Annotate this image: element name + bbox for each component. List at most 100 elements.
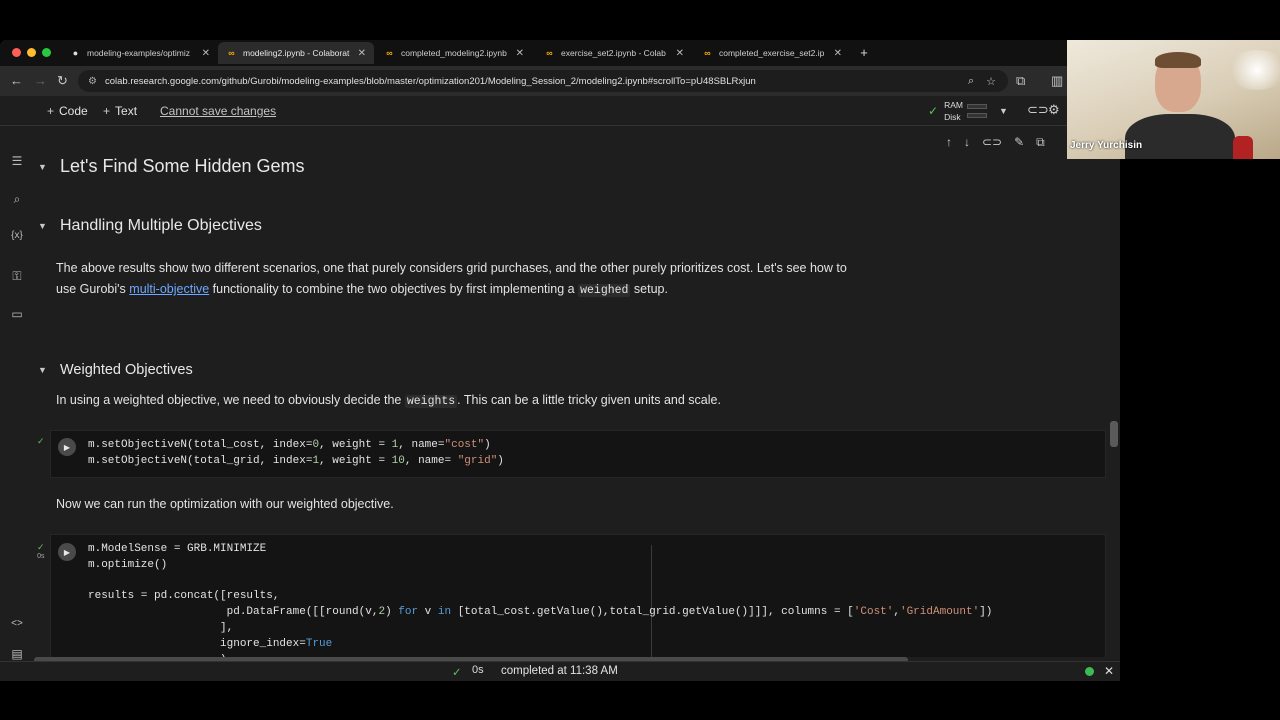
close-tab-icon[interactable]: ✕ bbox=[834, 48, 842, 59]
status-check-icon: ✓ bbox=[452, 667, 462, 679]
table-of-contents-icon[interactable]: ☰ bbox=[0, 154, 34, 168]
cell-link-icon[interactable]: ⊂⊃ bbox=[982, 135, 1002, 150]
search-icon[interactable]: ⌕ bbox=[0, 192, 34, 207]
variables-icon[interactable]: {x} bbox=[0, 230, 34, 241]
tab-title: modeling2.ipynb - Colaborat bbox=[243, 48, 350, 58]
plus-icon: + bbox=[103, 104, 111, 118]
plus-icon: + bbox=[47, 104, 55, 118]
tab-title: exercise_set2.ipynb - Colab bbox=[561, 48, 666, 58]
edit-pencil-icon[interactable]: ✎ bbox=[1014, 135, 1024, 150]
paragraph-text: . This can be a little tricky given unit… bbox=[457, 393, 721, 407]
back-arrow-icon[interactable]: ← bbox=[10, 73, 23, 88]
code-cell[interactable]: ✓ ▶ m.setObjectiveN(total_cost, index=0,… bbox=[37, 430, 1106, 478]
browser-tab-active[interactable]: ∞ modeling2.ipynb - Colaborat ✕ bbox=[218, 42, 374, 64]
section-heading[interactable]: ▼ Let's Find Some Hidden Gems bbox=[38, 156, 305, 177]
url-text[interactable]: colab.research.google.com/github/Gurobi/… bbox=[105, 76, 968, 87]
runtime-connected-indicator[interactable] bbox=[1085, 667, 1094, 676]
collapse-caret-icon[interactable]: ▼ bbox=[38, 365, 48, 375]
code-snippets-icon[interactable]: <> bbox=[0, 618, 34, 629]
presenter-hair bbox=[1155, 52, 1201, 68]
section-heading[interactable]: ▼ Weighted Objectives bbox=[38, 362, 193, 378]
close-icon[interactable]: ✕ bbox=[1104, 664, 1114, 678]
add-code-label: Code bbox=[59, 104, 88, 118]
vertical-scrollbar[interactable] bbox=[1110, 421, 1118, 447]
bookmark-star-icon[interactable]: ☆ bbox=[986, 75, 996, 88]
tab-title: completed_exercise_set2.ip bbox=[719, 48, 825, 58]
resource-monitor[interactable]: ✓ RAM Disk ▼ bbox=[928, 99, 1008, 123]
chevron-down-icon[interactable]: ▼ bbox=[999, 106, 1008, 116]
link-icon[interactable]: ⊂⊃ bbox=[1027, 102, 1049, 118]
close-tab-icon[interactable]: ✕ bbox=[202, 48, 210, 59]
code-editor[interactable]: m.setObjectiveN(total_cost, index=0, wei… bbox=[88, 438, 504, 470]
window-controls bbox=[12, 48, 51, 57]
code-editor[interactable]: m.ModelSense = GRB.MINIMIZE m.optimize()… bbox=[88, 542, 992, 657]
address-bar[interactable]: ⚙ colab.research.google.com/github/Gurob… bbox=[78, 70, 1008, 92]
add-text-label: Text bbox=[115, 104, 138, 118]
colab-icon: ∞ bbox=[546, 47, 553, 58]
cannot-save-link[interactable]: Cannot save changes bbox=[160, 104, 276, 118]
multi-objective-link[interactable]: multi-objective bbox=[129, 282, 209, 296]
webcam-video: Jerry Yurchisin bbox=[1067, 40, 1280, 159]
add-code-button[interactable]: + Code bbox=[47, 104, 88, 118]
status-text[interactable]: completed at 11:38 AM bbox=[501, 665, 618, 677]
forward-arrow-icon[interactable]: → bbox=[34, 73, 47, 88]
browser-window: ● modeling-examples/optimiz ✕ ∞ modeling… bbox=[0, 40, 1120, 681]
cell-exec-time: 0s bbox=[37, 553, 45, 560]
inline-code: weights bbox=[404, 395, 458, 408]
heading-hidden-gems: Let's Find Some Hidden Gems bbox=[60, 156, 305, 176]
reload-icon[interactable]: ↻ bbox=[57, 73, 68, 89]
browser-tab[interactable]: ∞ completed_exercise_set2.ip ✕ bbox=[694, 42, 850, 64]
code-cell[interactable]: ✓ 0s ▶ m.ModelSense = GRB.MINIMIZE m.opt… bbox=[37, 534, 1106, 657]
move-up-icon[interactable]: ↑ bbox=[946, 135, 952, 150]
presenter-body bbox=[1125, 114, 1235, 159]
maximize-window-button[interactable] bbox=[42, 48, 51, 57]
text-paragraph: Now we can run the optimization with our… bbox=[56, 494, 394, 515]
colab-icon: ∞ bbox=[228, 47, 235, 58]
navigation-bar: ← → ↻ ⚙ colab.research.google.com/github… bbox=[0, 66, 1120, 96]
paragraph-text: The above results show two different sce… bbox=[56, 261, 847, 275]
move-down-icon[interactable]: ↓ bbox=[964, 135, 970, 150]
extensions-icon[interactable]: ⧉ bbox=[1016, 73, 1025, 89]
close-tab-icon[interactable]: ✕ bbox=[358, 48, 366, 59]
browser-tab[interactable]: ∞ completed_modeling2.ipynb ✕ bbox=[376, 42, 532, 64]
close-tab-icon[interactable]: ✕ bbox=[676, 48, 684, 59]
secrets-key-icon[interactable]: ⚿ bbox=[0, 269, 34, 284]
paragraph-text: Now we can run the optimization with our… bbox=[56, 497, 394, 511]
text-paragraph: The above results show two different sce… bbox=[56, 258, 956, 301]
add-text-button[interactable]: + Text bbox=[103, 104, 137, 118]
ram-label: RAM bbox=[944, 100, 963, 110]
paragraph-text: In using a weighted objective, we need t… bbox=[56, 393, 402, 407]
paragraph-text: use Gurobi's bbox=[56, 282, 126, 296]
files-folder-icon[interactable]: ▭ bbox=[0, 307, 34, 321]
colab-icon: ∞ bbox=[386, 47, 393, 58]
browser-tab[interactable]: ● modeling-examples/optimiz ✕ bbox=[62, 42, 218, 64]
colab-icon: ∞ bbox=[704, 47, 711, 58]
left-sidebar: ☰ ⌕ {x} ⚿ ▭ <> ▤ bbox=[0, 127, 34, 661]
status-duration: 0s bbox=[472, 664, 484, 676]
close-window-button[interactable] bbox=[12, 48, 21, 57]
close-tab-icon[interactable]: ✕ bbox=[516, 48, 524, 59]
side-panel-icon[interactable]: ▥ bbox=[1051, 73, 1063, 89]
browser-tab[interactable]: ∞ exercise_set2.ipynb - Colab ✕ bbox=[536, 42, 692, 64]
tab-title: completed_modeling2.ipynb bbox=[401, 48, 507, 58]
collapse-caret-icon[interactable]: ▼ bbox=[38, 162, 48, 172]
run-cell-button[interactable]: ▶ bbox=[58, 438, 76, 456]
cell-success-status: ✓ 0s bbox=[37, 543, 45, 561]
site-settings-icon[interactable]: ⚙ bbox=[88, 76, 97, 87]
ram-bar bbox=[966, 104, 987, 109]
mirror-cell-icon[interactable]: ⧉ bbox=[1036, 135, 1045, 150]
cell-success-check: ✓ bbox=[37, 542, 45, 552]
cell-success-check: ✓ bbox=[37, 436, 45, 446]
new-tab-button[interactable]: + bbox=[856, 45, 872, 61]
disk-label: Disk bbox=[944, 112, 961, 122]
section-heading[interactable]: ▼ Handling Multiple Objectives bbox=[38, 217, 262, 235]
text-paragraph: In using a weighted objective, we need t… bbox=[56, 390, 721, 412]
run-cell-button[interactable]: ▶ bbox=[58, 543, 76, 561]
command-palette-icon[interactable]: ▤ bbox=[0, 647, 34, 661]
presenter-shirt bbox=[1233, 136, 1253, 159]
collapse-caret-icon[interactable]: ▼ bbox=[38, 221, 48, 231]
zoom-icon[interactable]: ⌕ bbox=[968, 75, 974, 88]
heading-weighted-objectives: Weighted Objectives bbox=[60, 362, 193, 378]
minimize-window-button[interactable] bbox=[27, 48, 36, 57]
settings-gear-icon[interactable]: ⚙ bbox=[1048, 102, 1060, 118]
